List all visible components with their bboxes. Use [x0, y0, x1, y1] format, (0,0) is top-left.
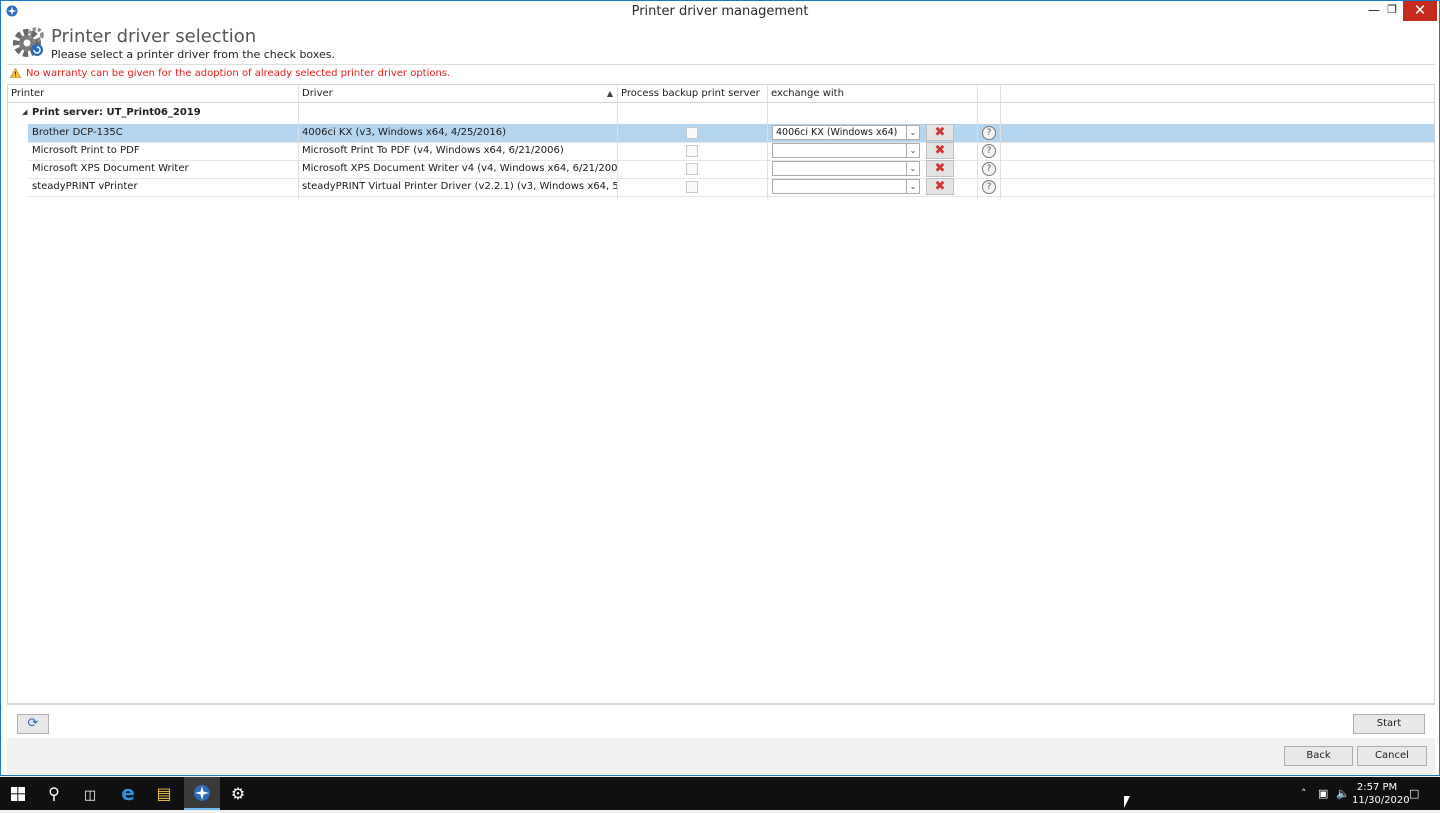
help-icon[interactable]: ?: [982, 144, 996, 158]
refresh-icon: ⟳: [27, 716, 39, 731]
collapse-icon[interactable]: ◢: [22, 108, 27, 116]
volume-muted-icon[interactable]: 🔈: [1336, 777, 1350, 810]
search-icon: ⚲: [48, 784, 60, 803]
help-icon[interactable]: ?: [982, 180, 996, 194]
task-view-button[interactable]: ◫: [72, 777, 108, 810]
table-row[interactable]: Microsoft XPS Document Writer Microsoft …: [28, 160, 1434, 179]
driver-cell: Microsoft Print To PDF (v4, Windows x64,…: [302, 145, 564, 156]
file-explorer-button[interactable]: ▤: [146, 777, 182, 810]
printer-cell: Brother DCP-135C: [32, 127, 123, 138]
column-header-printer[interactable]: Printer: [8, 85, 299, 102]
sort-ascending-icon: ▲: [606, 89, 613, 98]
column-header-backup[interactable]: Process backup print server: [618, 85, 768, 102]
exchange-dropdown[interactable]: 4006ci KX (Windows x64) ⌄: [772, 125, 920, 140]
driver-cell: Microsoft XPS Document Writer v4 (v4, Wi…: [302, 163, 618, 174]
restore-button[interactable]: ❐: [1379, 1, 1405, 21]
warning-banner: No warranty can be given for the adoptio…: [7, 64, 1435, 83]
title-bar: Printer driver management — ❐ ✕: [1, 1, 1439, 21]
steadyprint-app-button[interactable]: [184, 777, 220, 810]
delete-button[interactable]: ✖: [926, 178, 954, 195]
chevron-down-icon[interactable]: ⌄: [906, 144, 919, 157]
printer-cell: steadyPRINT vPrinter: [32, 181, 138, 192]
chevron-down-icon[interactable]: ⌄: [906, 126, 919, 139]
windows-logo-icon: [11, 787, 25, 801]
column-divider: [617, 85, 618, 199]
search-button[interactable]: ⚲: [36, 777, 72, 810]
column-header-driver[interactable]: Driver ▲: [299, 85, 618, 102]
warning-icon: [10, 68, 21, 78]
backup-checkbox[interactable]: [686, 145, 698, 157]
exchange-dropdown[interactable]: ⌄: [772, 161, 920, 176]
mouse-cursor: [1124, 796, 1130, 808]
help-icon[interactable]: ?: [982, 162, 996, 176]
delete-button[interactable]: ✖: [926, 124, 954, 141]
delete-button[interactable]: ✖: [926, 160, 954, 177]
task-view-icon: ◫: [83, 788, 97, 803]
exchange-dropdown[interactable]: ⌄: [772, 179, 920, 194]
cancel-button[interactable]: Cancel: [1357, 746, 1427, 766]
table-row[interactable]: steadyPRINT vPrinter steadyPRINT Virtual…: [28, 178, 1434, 197]
back-button[interactable]: Back: [1284, 746, 1353, 766]
taskbar: ⚲ ◫ e ▤ ⚙ ˄ ▣ 🔈 2:57 PM 11/30/2020 □: [0, 777, 1440, 810]
page-title: Printer driver selection: [51, 26, 257, 47]
page-header: Printer driver selection Please select a…: [1, 21, 1439, 63]
exchange-dropdown[interactable]: ⌄: [772, 143, 920, 158]
main-window: Printer driver management — ❐ ✕ Printer …: [0, 0, 1440, 776]
table-row[interactable]: Brother DCP-135C 4006ci KX (v3, Windows …: [28, 124, 1434, 143]
start-button[interactable]: Start: [1353, 714, 1425, 734]
chevron-down-icon[interactable]: ⌄: [906, 162, 919, 175]
grid-header: Printer Driver ▲ Process backup print ser…: [8, 85, 1434, 103]
column-divider: [767, 85, 768, 199]
printer-cell: Microsoft Print to PDF: [32, 145, 140, 156]
footer: [7, 738, 1435, 774]
column-divider: [298, 85, 299, 199]
driver-cell: steadyPRINT Virtual Printer Driver (v2.2…: [302, 181, 618, 192]
driver-cell: 4006ci KX (v3, Windows x64, 4/25/2016): [302, 127, 507, 138]
help-icon[interactable]: ?: [982, 126, 996, 140]
backup-checkbox[interactable]: [686, 163, 698, 175]
table-row[interactable]: Microsoft Print to PDF Microsoft Print T…: [28, 142, 1434, 161]
notification-icon[interactable]: □: [1409, 777, 1419, 810]
delete-button[interactable]: ✖: [926, 142, 954, 159]
steadyprint-icon: [194, 785, 210, 801]
gear-icon: [13, 27, 44, 57]
group-label: Print server: UT_Print06_2019: [32, 107, 201, 118]
backup-checkbox[interactable]: [686, 181, 698, 193]
column-header-exchange[interactable]: exchange with: [768, 85, 978, 102]
window-title: Printer driver management: [631, 4, 809, 19]
page-subtitle: Please select a printer driver from the …: [51, 48, 335, 61]
grid-toolbar: ⟳: [7, 704, 1435, 739]
refresh-button[interactable]: ⟳: [17, 714, 49, 734]
clock-time: 2:57 PM: [1356, 782, 1398, 793]
chevron-down-icon[interactable]: ⌄: [906, 180, 919, 193]
show-hidden-icons[interactable]: ˄: [1301, 777, 1307, 810]
network-icon[interactable]: ▣: [1318, 777, 1328, 810]
taskbar-clock[interactable]: 2:57 PM 11/30/2020: [1352, 781, 1410, 807]
backup-checkbox[interactable]: [686, 127, 698, 139]
start-menu-button[interactable]: [0, 777, 36, 810]
internet-explorer-button[interactable]: e: [110, 777, 146, 810]
warning-text: No warranty can be given for the adoptio…: [26, 68, 451, 79]
group-row[interactable]: ◢ Print server: UT_Print06_2019: [8, 103, 1434, 123]
printer-grid: Printer Driver ▲ Process backup print ser…: [7, 84, 1435, 704]
column-header-help: [978, 85, 1001, 102]
settings-app-button[interactable]: ⚙: [220, 777, 256, 810]
printer-cell: Microsoft XPS Document Writer: [32, 163, 189, 174]
tools-icon: ⚙: [230, 784, 246, 803]
folder-icon: ▤: [156, 784, 172, 803]
close-button[interactable]: ✕: [1403, 1, 1437, 21]
internet-explorer-icon: e: [121, 781, 135, 805]
column-divider: [1000, 85, 1001, 199]
column-divider: [977, 85, 978, 199]
clock-date: 11/30/2020: [1352, 795, 1410, 806]
